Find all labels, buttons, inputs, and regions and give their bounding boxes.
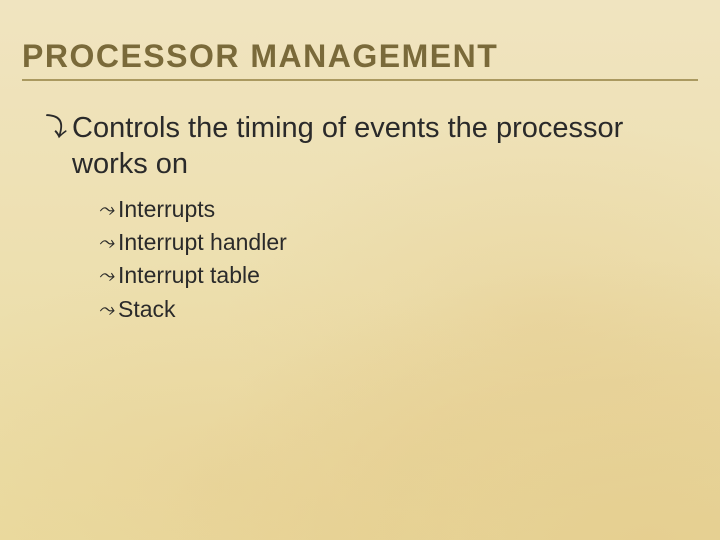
sub-bullet-icon: ⤳ — [98, 196, 114, 225]
slide-title: PROCESSOR MANAGEMENT — [22, 38, 698, 81]
sub-bullet-icon: ⤳ — [98, 262, 114, 291]
sub-bullet: ⤳ Interrupt handler — [98, 226, 660, 259]
sub-bullet-icon: ⤳ — [98, 296, 114, 325]
bullet-level1: ⤵ Controls the timing of events the proc… — [40, 110, 660, 183]
slide: PROCESSOR MANAGEMENT ⤵ Controls the timi… — [0, 0, 720, 540]
sub-bullet: ⤳ Interrupts — [98, 193, 660, 226]
sub-bullet-text: Stack — [118, 293, 176, 326]
sub-bullet: ⤳ Interrupt table — [98, 259, 660, 292]
slide-body: ⤵ Controls the timing of events the proc… — [40, 110, 660, 326]
sub-bullet-text: Interrupt table — [118, 259, 260, 292]
sub-bullet-icon: ⤳ — [98, 229, 114, 258]
sub-bullet-text: Interrupt handler — [118, 226, 287, 259]
sub-bullet-list: ⤳ Interrupts ⤳ Interrupt handler ⤳ Inter… — [98, 193, 660, 326]
bullet-icon: ⤵ — [40, 112, 66, 145]
bullet-text: Controls the timing of events the proces… — [72, 110, 660, 183]
sub-bullet-text: Interrupts — [118, 193, 215, 226]
sub-bullet: ⤳ Stack — [98, 293, 660, 326]
